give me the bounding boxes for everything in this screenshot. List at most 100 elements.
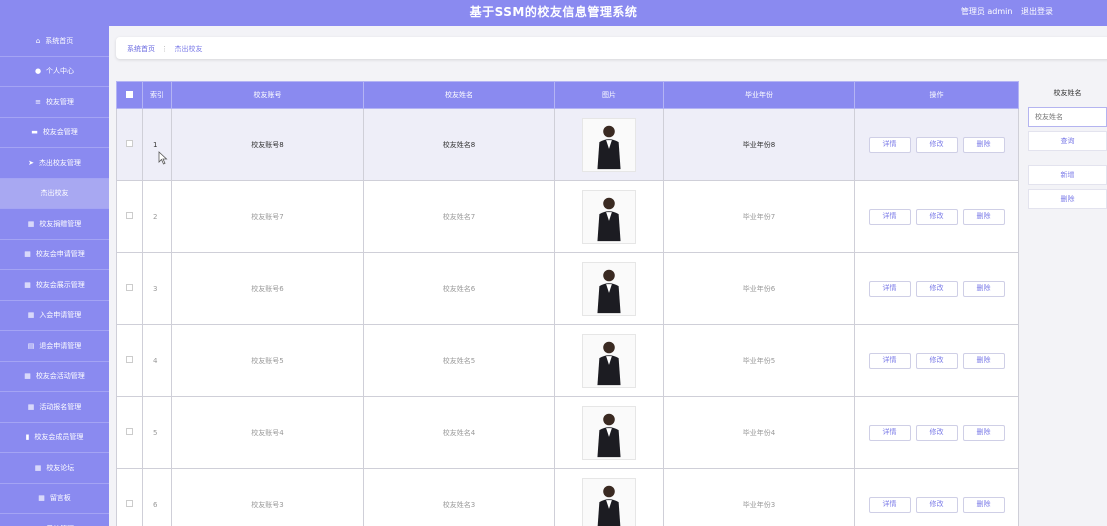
- row-ops-cell: 详情 修改 删除: [854, 396, 1019, 469]
- row-photo-cell: [554, 468, 664, 526]
- row-actions: 详情 修改 删除: [855, 352, 1018, 369]
- sidebar-item-5[interactable]: ➤ 杰出校友管理: [0, 148, 109, 179]
- sidebar-item-17[interactable]: ▦ 系统管理: [0, 514, 109, 526]
- sidebar-menu: ⌂ 系统首页 ● 个人中心 ≡ 校友管理 ▬ 校友会管理 ➤ 杰出校友管理 杰出…: [0, 26, 109, 526]
- edit-button[interactable]: 修改: [915, 496, 958, 513]
- edit-button[interactable]: 修改: [915, 424, 958, 441]
- detail-button[interactable]: 详情: [868, 496, 911, 513]
- delete-button[interactable]: 删除: [962, 424, 1005, 441]
- row-actions: 详情 修改 删除: [855, 496, 1018, 513]
- row-checkbox[interactable]: [126, 356, 133, 363]
- select-all-checkbox[interactable]: [126, 90, 133, 98]
- detail-button[interactable]: 详情: [868, 280, 911, 297]
- alumni-photo-figure: [583, 334, 635, 387]
- sidebar-item-2[interactable]: ● 个人中心: [0, 57, 109, 87]
- sidebar-item-15[interactable]: ▦ 校友论坛: [0, 453, 109, 484]
- sidebar-item-3[interactable]: ≡ 校友管理: [0, 87, 109, 118]
- row-account: 校友账号8: [171, 108, 364, 181]
- sidebar-item-6[interactable]: 杰出校友: [0, 178, 109, 209]
- row-account: 校友账号5: [171, 324, 364, 397]
- system-title: 基于SSM的校友信息管理系统: [469, 5, 638, 19]
- search-input[interactable]: [1028, 107, 1107, 127]
- row-actions: 详情 修改 删除: [855, 280, 1018, 297]
- row-select-cell: [116, 252, 143, 325]
- sidebar-item-7[interactable]: ▦ 校友捐赠管理: [0, 209, 109, 240]
- sidebar-item-11[interactable]: ▤ 退会申请管理: [0, 331, 109, 362]
- sidebar-item-1[interactable]: ⌂ 系统首页: [0, 26, 109, 57]
- edit-button[interactable]: 修改: [915, 280, 958, 297]
- table-row: 4 校友账号5 校友姓名5 毕业年份5 详情 修改 删除: [116, 324, 1019, 397]
- row-year: 毕业年份4: [663, 396, 855, 469]
- sidebar-item-8[interactable]: ▦ 校友会申请管理: [0, 240, 109, 270]
- edit-button[interactable]: 修改: [915, 136, 958, 153]
- batch-delete-button[interactable]: 删除: [1028, 189, 1107, 209]
- sidebar-item-9[interactable]: ▦ 校友会展示管理: [0, 270, 109, 301]
- person-icon: ●: [34, 67, 42, 76]
- clipboard-icon: ▮: [25, 433, 30, 442]
- sidebar-item-label: 校友会活动管理: [35, 372, 85, 381]
- detail-button[interactable]: 详情: [868, 424, 911, 441]
- detail-button[interactable]: 详情: [868, 136, 911, 153]
- breadcrumb: 系统首页 ⋮ 杰出校友: [116, 37, 1107, 59]
- row-ops-cell: 详情 修改 删除: [854, 324, 1019, 397]
- grid-icon: ▦: [34, 463, 42, 472]
- row-ops-cell: 详情 修改 删除: [854, 108, 1019, 181]
- detail-button[interactable]: 详情: [868, 208, 911, 225]
- sidebar-item-label: 校友管理: [45, 97, 74, 106]
- alumni-photo-figure: [583, 190, 635, 243]
- sidebar-item-10[interactable]: ▦ 入会申请管理: [0, 301, 109, 331]
- row-checkbox[interactable]: [126, 284, 133, 291]
- row-index: 6: [142, 468, 172, 526]
- row-year: 毕业年份3: [663, 468, 855, 526]
- sidebar-item-12[interactable]: ▦ 校友会活动管理: [0, 362, 109, 392]
- sidebar-item-label: 校友会成员管理: [34, 433, 84, 442]
- row-checkbox[interactable]: [126, 428, 133, 435]
- row-checkbox[interactable]: [126, 500, 133, 507]
- logout-link[interactable]: 退出登录: [1021, 7, 1053, 16]
- table-icon: ▤: [27, 341, 35, 350]
- top-header: 基于SSM的校友信息管理系统 管理员 admin 退出登录: [0, 0, 1107, 26]
- row-index: 3: [142, 252, 172, 325]
- query-button[interactable]: 查询: [1028, 131, 1107, 151]
- delete-button[interactable]: 删除: [962, 136, 1005, 153]
- edit-button[interactable]: 修改: [915, 208, 958, 225]
- grid-icon: ▦: [27, 402, 35, 411]
- breadcrumb-home[interactable]: 系统首页: [127, 45, 155, 53]
- row-select-cell: [116, 396, 143, 469]
- row-checkbox[interactable]: [126, 140, 133, 147]
- detail-button[interactable]: 详情: [868, 352, 911, 369]
- row-photo-cell: [554, 108, 664, 181]
- delete-button[interactable]: 删除: [962, 496, 1005, 513]
- row-name: 校友姓名4: [363, 396, 555, 469]
- row-photo-cell: [554, 252, 664, 325]
- sidebar-item-16[interactable]: ▦ 留言板: [0, 484, 109, 514]
- row-name: 校友姓名6: [363, 252, 555, 325]
- search-label: 校友姓名: [1053, 89, 1082, 97]
- sidebar-item-label: 入会申请管理: [39, 311, 82, 320]
- sidebar-item-13[interactable]: ▦ 活动报名管理: [0, 392, 109, 423]
- row-select-cell: [116, 180, 143, 253]
- alumni-photo-figure: [583, 406, 635, 459]
- add-button[interactable]: 新增: [1028, 165, 1107, 185]
- row-actions: 详情 修改 删除: [855, 208, 1018, 225]
- delete-button[interactable]: 删除: [962, 208, 1005, 225]
- sidebar-item-label: 留言板: [49, 494, 71, 503]
- sidebar-item-4[interactable]: ▬ 校友会管理: [0, 118, 109, 148]
- row-select-cell: [116, 324, 143, 397]
- edit-button[interactable]: 修改: [915, 352, 958, 369]
- table-row: 2 校友账号7 校友姓名7 毕业年份7 详情 修改 删除: [116, 180, 1019, 253]
- table-row: 1 校友账号8 校友姓名8 毕业年份8 详情 修改 删除: [116, 108, 1019, 181]
- table-body: 1 校友账号8 校友姓名8 毕业年份8 详情 修改 删除 2 校友账号7 校友姓名7 毕业年份7 详情…: [116, 108, 1019, 526]
- delete-button[interactable]: 删除: [962, 280, 1005, 297]
- alumni-photo: [582, 189, 636, 244]
- row-select-cell: [116, 468, 143, 526]
- row-checkbox[interactable]: [126, 212, 133, 219]
- row-photo-cell: [554, 396, 664, 469]
- col-index: 索引: [142, 81, 172, 109]
- row-name: 校友姓名5: [363, 324, 555, 397]
- col-year: 毕业年份: [663, 81, 855, 109]
- sidebar-item-14[interactable]: ▮ 校友会成员管理: [0, 423, 109, 453]
- list-icon: ≡: [35, 97, 41, 106]
- delete-button[interactable]: 删除: [962, 352, 1005, 369]
- row-ops-cell: 详情 修改 删除: [854, 252, 1019, 325]
